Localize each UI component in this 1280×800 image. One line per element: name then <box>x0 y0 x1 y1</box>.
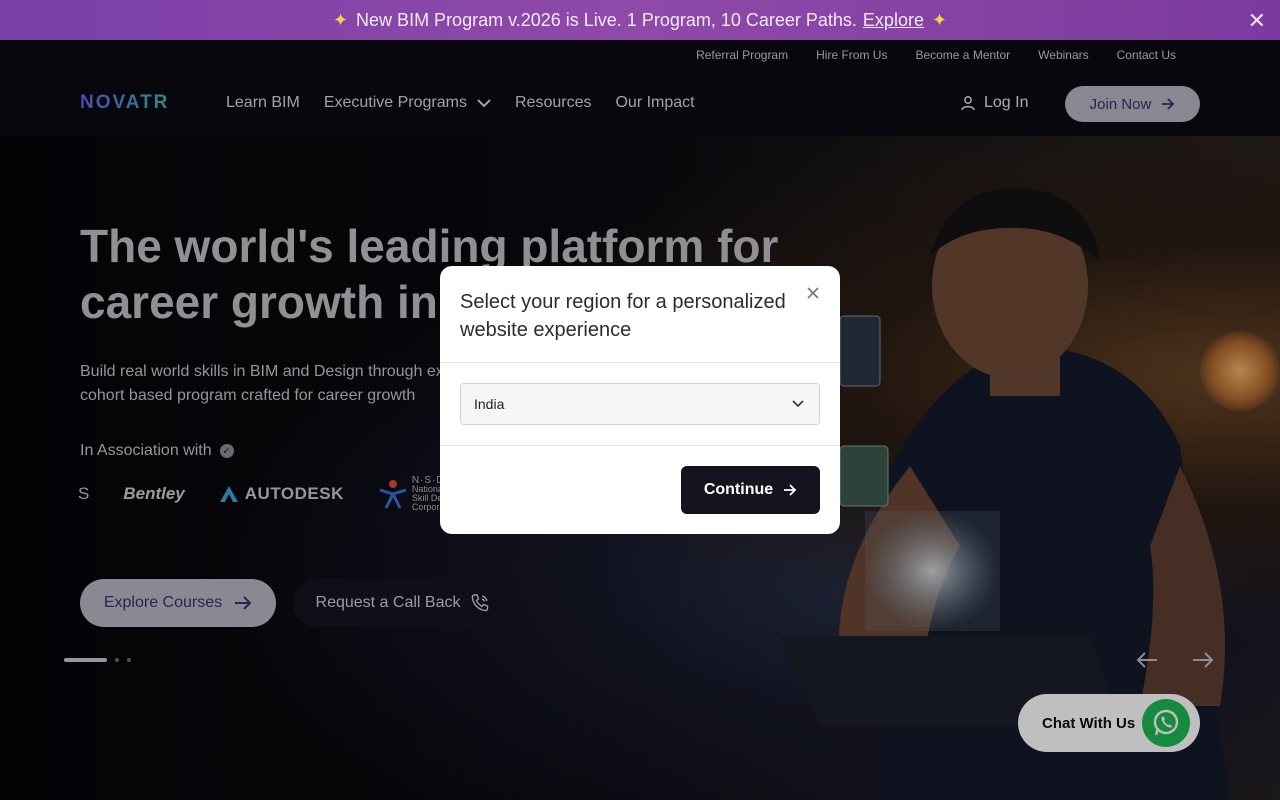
continue-label: Continue <box>703 481 774 498</box>
announcement-text: New BIM Program v.2026 is Live. 1 Progra… <box>356 9 857 30</box>
announcement-close-icon[interactable]: ✕ <box>1248 8 1266 34</box>
sparkle-icon: ✦ <box>332 9 349 30</box>
region-modal: Select your region for a personalized we… <box>440 266 840 534</box>
chevron-down-icon <box>792 400 804 408</box>
continue-button[interactable]: Continue <box>681 466 820 514</box>
arrow-right-icon <box>784 484 797 496</box>
region-select-value: India <box>474 396 505 412</box>
region-select[interactable]: India <box>460 383 820 425</box>
modal-title: Select your region for a personalized we… <box>460 291 786 341</box>
announcement-bar: ✦ New BIM Program v.2026 is Live. 1 Prog… <box>0 0 1280 40</box>
modal-divider <box>440 362 840 363</box>
announcement-explore-link[interactable]: Explore <box>863 10 924 31</box>
sparkle-icon: ✦ <box>931 9 948 30</box>
modal-close-icon[interactable] <box>806 284 820 305</box>
modal-divider <box>440 445 840 446</box>
